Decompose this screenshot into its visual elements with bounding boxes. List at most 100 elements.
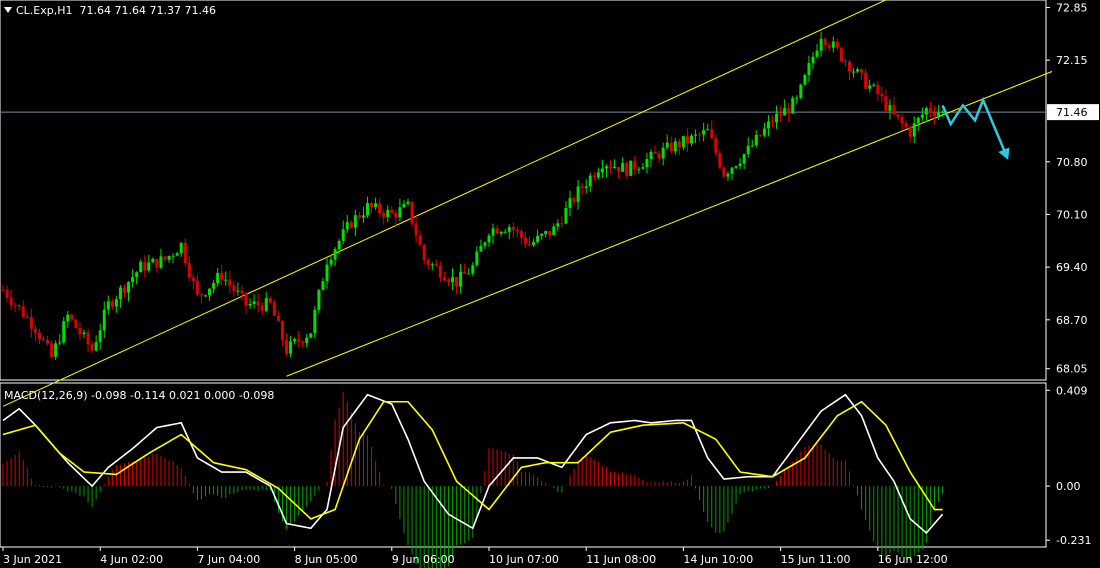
candle [803, 73, 807, 86]
candle-body [106, 301, 110, 310]
macd-tick-label: 0.00 [1056, 480, 1081, 493]
candle-body [592, 175, 596, 178]
candle-body [803, 74, 807, 85]
price-chart[interactable]: 72.85 72.15 71.46 70.80 70.10 69.40 68.70 68.05… [0, 0, 1100, 568]
candle-body [438, 265, 442, 278]
candle-body [418, 235, 422, 245]
candle-body [613, 166, 617, 168]
candle-body [860, 69, 864, 73]
candle-body [199, 294, 203, 296]
dropdown-triangle-icon[interactable] [4, 7, 12, 13]
candle-body [552, 226, 556, 235]
candle-body [74, 319, 78, 328]
candle-body [856, 69, 860, 72]
candle-body [629, 160, 633, 176]
candle-body [645, 159, 649, 168]
candle-body [455, 277, 459, 287]
candle-body [499, 232, 503, 234]
candle-body [349, 222, 353, 228]
candle-body [256, 301, 260, 306]
candle-body [90, 344, 94, 351]
candle-body [191, 277, 195, 281]
candle-body [580, 186, 584, 189]
candle-body [843, 60, 847, 62]
candle-body [382, 212, 386, 218]
candle-body [78, 327, 82, 335]
candle-body [118, 287, 122, 300]
candle-body [475, 251, 479, 266]
candle-body [791, 98, 795, 114]
price-tick-label: 68.70 [1056, 314, 1088, 327]
candle [629, 160, 633, 177]
candle-body [904, 123, 908, 127]
candle-body [410, 201, 414, 224]
candle-body [204, 295, 207, 297]
candle-body [289, 341, 293, 354]
time-tick-label: 8 Jun 05:00 [295, 553, 358, 566]
candle-body [868, 85, 872, 89]
candle-body [633, 160, 637, 170]
candle-body [920, 114, 924, 118]
current-price-label: 71.46 [1056, 106, 1088, 119]
time-tick-label: 7 Jun 04:00 [197, 553, 260, 566]
candle-body [341, 229, 345, 241]
candle-body [21, 306, 25, 317]
time-tick-label: 4 Jun 02:00 [100, 553, 163, 566]
candle-body [783, 108, 787, 116]
candle-body [714, 138, 718, 153]
candle-body [819, 38, 823, 51]
candle-body [673, 141, 677, 152]
candle-body [285, 340, 288, 354]
candle-body [54, 343, 58, 357]
candle-body [143, 261, 147, 271]
candle-body [479, 245, 483, 252]
candle-body [353, 215, 357, 228]
candle-body [928, 108, 932, 113]
candle-body [641, 167, 645, 169]
candle-body [374, 203, 378, 208]
candle-body [718, 152, 722, 168]
price-tick-label: 70.80 [1056, 156, 1088, 169]
candle-body [742, 154, 746, 164]
candle-body [82, 332, 86, 335]
candle-body [775, 113, 779, 123]
candle-body [471, 265, 475, 274]
macd-header: MACD(12,26,9) -0.098 -0.114 0.021 0.000 … [4, 389, 274, 402]
candle-body [807, 63, 811, 75]
candle [317, 288, 321, 314]
candle-body [345, 222, 349, 230]
candle-body [556, 223, 560, 227]
symbol-label: CL.Exp,H1 [16, 4, 73, 17]
candle-body [17, 305, 21, 307]
price-tick-label: 68.05 [1056, 363, 1088, 376]
ohlc-values: 71.64 71.64 71.37 71.46 [79, 4, 216, 17]
candle-body [621, 163, 625, 172]
candle-body [771, 121, 774, 123]
candle-body [402, 203, 406, 208]
candle-body [216, 272, 220, 283]
candle-body [309, 333, 313, 338]
candle-body [681, 136, 685, 148]
candle-body [94, 342, 98, 351]
candle-body [876, 84, 880, 94]
candle-body [25, 316, 29, 318]
candle-body [523, 237, 527, 245]
candle-body [657, 153, 661, 159]
candle-body [37, 332, 41, 340]
candle-body [329, 259, 333, 265]
candle-body [511, 226, 515, 231]
candle-body [42, 339, 45, 341]
candle-body [175, 253, 179, 256]
candle-body [212, 282, 216, 289]
candle-body [252, 301, 256, 305]
candle-body [135, 272, 139, 278]
candle-body [325, 264, 329, 282]
candle-body [698, 134, 702, 136]
candle-body [941, 112, 945, 114]
time-tick-label: 9 Jun 06:00 [392, 553, 455, 566]
candle-body [706, 129, 710, 131]
candle-body [896, 114, 900, 117]
candle-body [880, 93, 884, 97]
candle-body [811, 56, 815, 64]
candle-body [560, 223, 564, 225]
